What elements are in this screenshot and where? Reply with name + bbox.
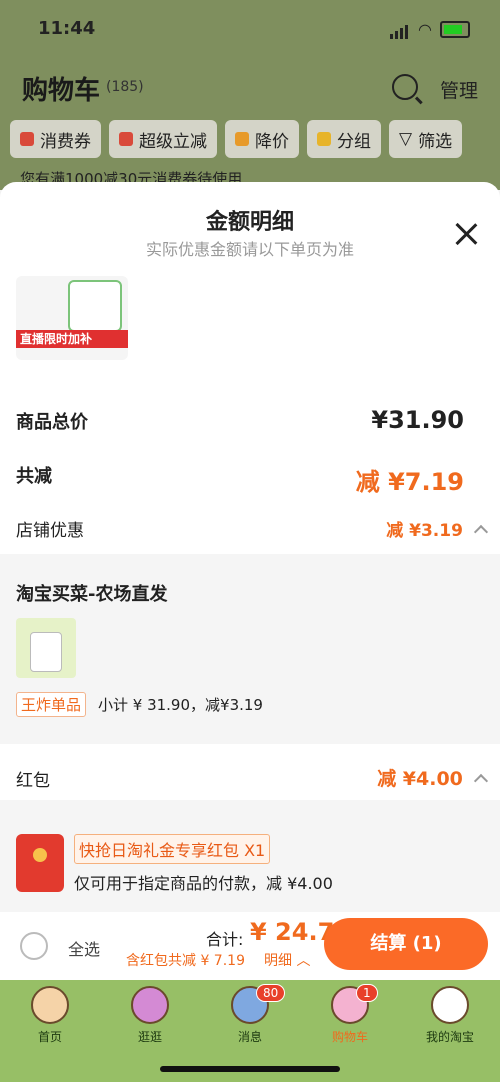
signal-icon bbox=[390, 20, 410, 39]
filter-label: 筛选 bbox=[418, 131, 453, 152]
filter-coupon[interactable]: 消费券 bbox=[10, 120, 101, 158]
filter-label: 分组 bbox=[337, 131, 371, 152]
product-strip: 直播限时加补 bbox=[16, 330, 128, 348]
shop-discount-value: 减 ¥3.19 bbox=[386, 521, 463, 541]
select-all-radio[interactable] bbox=[20, 932, 48, 960]
hongbao-value: 减 ¥4.00 bbox=[377, 768, 463, 790]
shop-discount-label: 店铺优惠 bbox=[16, 521, 84, 541]
price-drop-icon bbox=[235, 132, 249, 146]
goods-total-value: ¥31.90 bbox=[371, 406, 464, 434]
filter-filter[interactable]: ▽ 筛选 bbox=[389, 120, 463, 158]
folder-icon bbox=[317, 132, 331, 146]
sum-label: 合计: bbox=[206, 930, 244, 949]
detail-link[interactable]: 明细 ︿ bbox=[264, 950, 310, 970]
sheet-subtitle: 实际优惠金额请以下单页为准 bbox=[145, 240, 354, 259]
home-indicator bbox=[160, 1066, 340, 1072]
explore-icon bbox=[131, 986, 169, 1024]
checkout-button[interactable]: 结算 (1) bbox=[324, 918, 488, 970]
filter-label: 降价 bbox=[255, 131, 289, 152]
goods-total-label: 商品总价 bbox=[16, 412, 88, 433]
hongbao-section: 快抢日淘礼金专享红包 X1 仅可用于指定商品的付款，减 ¥4.00 bbox=[0, 800, 500, 912]
chevron-up-icon bbox=[473, 773, 489, 788]
tab-home[interactable]: 首页 bbox=[10, 986, 90, 1045]
tab-label: 我的淘宝 bbox=[425, 1030, 474, 1044]
cart-count: (185) bbox=[106, 79, 144, 95]
messages-badge: 80 bbox=[256, 984, 286, 1002]
tab-label: 消息 bbox=[237, 1030, 262, 1044]
funnel-icon: ▽ bbox=[399, 129, 413, 149]
status-icons: ◠ bbox=[390, 20, 470, 39]
arrow-down-icon bbox=[119, 132, 133, 146]
shop-name: 淘宝买菜-农场直发 bbox=[16, 584, 168, 605]
sum-detail: 含红包共减 ¥ 7.19 bbox=[126, 953, 245, 969]
close-icon[interactable] bbox=[454, 222, 478, 246]
filter-label: 消费券 bbox=[40, 131, 91, 152]
tab-messages[interactable]: 消息 80 bbox=[210, 984, 290, 1045]
battery-icon bbox=[440, 21, 470, 38]
tab-label: 逛逛 bbox=[137, 1030, 162, 1044]
wang-tag: 王炸单品 bbox=[16, 692, 87, 717]
status-time: 11:44 bbox=[38, 18, 96, 39]
tab-label: 首页 bbox=[37, 1030, 62, 1044]
tab-my-taobao[interactable]: 我的淘宝 bbox=[410, 986, 490, 1045]
hongbao-description: 仅可用于指定商品的付款，减 ¥4.00 bbox=[74, 874, 333, 893]
detail-link-label: 明细 bbox=[264, 953, 292, 969]
red-envelope-icon bbox=[16, 834, 64, 892]
checkout-bar: 全选 合计: ¥ 24.71 含红包共减 ¥ 7.19 明细 ︿ 结算 (1) bbox=[0, 912, 500, 980]
coupon-icon bbox=[20, 132, 34, 146]
select-all-label[interactable]: 全选 bbox=[68, 936, 100, 960]
hongbao-tag: 快抢日淘礼金专享红包 X1 bbox=[74, 834, 271, 864]
profile-icon bbox=[431, 986, 469, 1024]
cart-badge: 1 bbox=[356, 984, 378, 1002]
tab-cart[interactable]: 购物车 1 bbox=[310, 984, 390, 1045]
search-icon[interactable] bbox=[392, 74, 418, 100]
chevron-up-icon: ︿ bbox=[292, 953, 311, 969]
tab-label: 购物车 bbox=[331, 1030, 368, 1044]
filter-bar: 消费券 超级立减 降价 分组 ▽ 筛选 bbox=[10, 120, 490, 164]
home-icon bbox=[31, 986, 69, 1024]
total-reduce-label: 共减 bbox=[16, 466, 52, 487]
sheet-title: 金额明细 bbox=[205, 210, 294, 235]
amount-detail-sheet: 金额明细 实际优惠金额请以下单页为准 直播限时加补 商品总价 ¥31.90 共减… bbox=[0, 182, 500, 912]
page-title: 购物车 bbox=[22, 76, 101, 106]
filter-label: 超级立减 bbox=[139, 131, 207, 152]
hongbao-label: 红包 bbox=[16, 771, 50, 791]
chevron-up-icon bbox=[473, 524, 489, 539]
tab-explore[interactable]: 逛逛 bbox=[110, 986, 190, 1045]
shop-product-thumbnail[interactable] bbox=[16, 618, 76, 678]
total-reduce-value: 减 ¥7.19 bbox=[355, 468, 464, 496]
filter-super-discount[interactable]: 超级立减 bbox=[109, 120, 217, 158]
shop-section: 淘宝买菜-农场直发 王炸单品 小计 ¥ 31.90，减¥3.19 bbox=[0, 554, 500, 744]
filter-group[interactable]: 分组 bbox=[307, 120, 381, 158]
hongbao-toggle[interactable]: 减 ¥4.00 bbox=[377, 764, 489, 791]
shop-discount-toggle[interactable]: 减 ¥3.19 bbox=[386, 516, 489, 541]
manage-button[interactable]: 管理 bbox=[440, 76, 478, 103]
filter-price-drop[interactable]: 降价 bbox=[225, 120, 299, 158]
product-image: 直播限时加补 bbox=[16, 276, 128, 360]
product-can bbox=[68, 280, 122, 332]
wifi-icon: ◠ bbox=[418, 20, 432, 39]
shop-subtotal: 小计 ¥ 31.90，减¥3.19 bbox=[98, 696, 263, 714]
